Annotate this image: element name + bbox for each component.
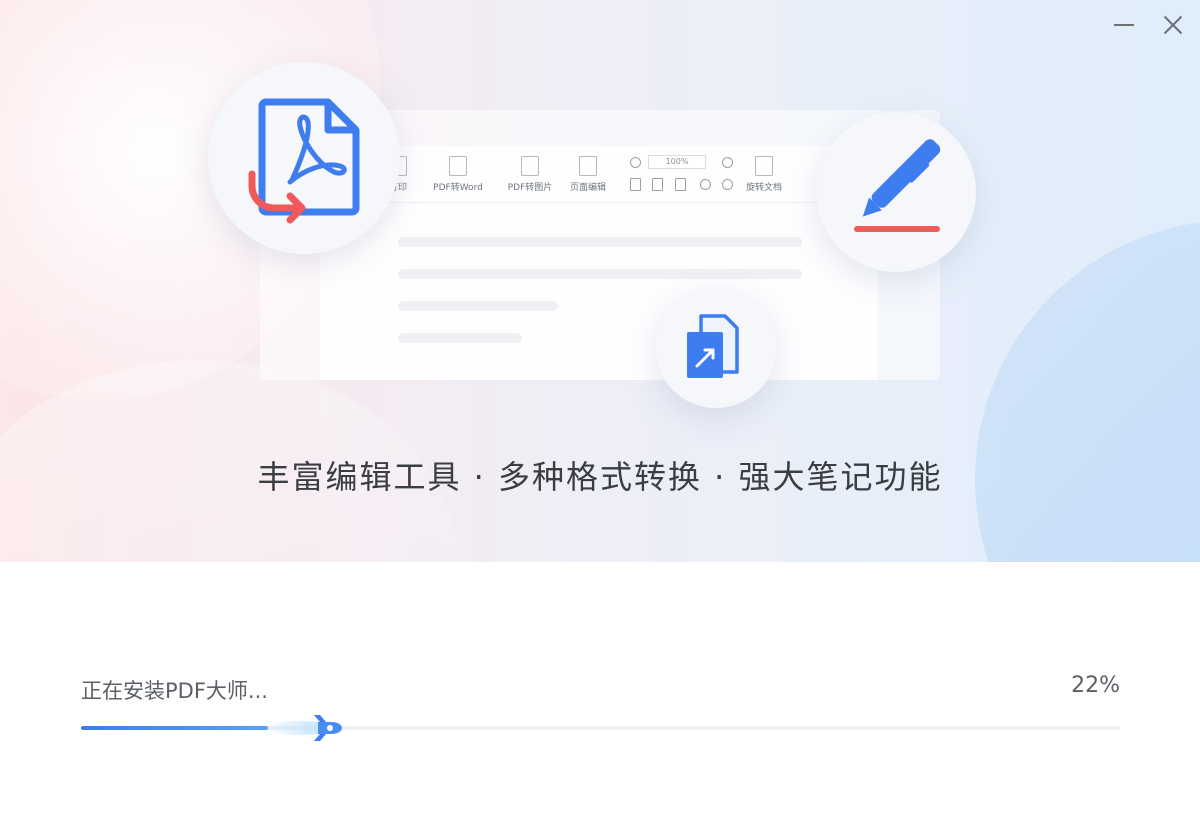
skeleton-line — [398, 237, 802, 247]
page-icon — [630, 178, 641, 191]
page-icon — [675, 178, 686, 191]
pen-note-icon — [854, 139, 941, 232]
rotate-left-icon — [700, 179, 711, 190]
zoom-in-icon — [722, 157, 733, 168]
word-icon — [449, 156, 467, 176]
decor-curve-right — [975, 220, 1200, 562]
hero-banner: 打印 PDF转Word PDF转图片 页面编辑 100% 旋转文档 丰富编辑工具… — [0, 0, 1200, 562]
format-convert-circle — [655, 286, 777, 408]
format-convert-icon — [687, 314, 739, 378]
rotate-right-icon — [722, 179, 733, 190]
progress-fill — [81, 726, 268, 730]
rocket-icon — [266, 715, 342, 741]
skeleton-line — [398, 333, 522, 343]
mock-toolbar-rotate-doc: 旋转文档 — [734, 156, 794, 193]
image-icon — [521, 156, 539, 176]
zoom-out-icon — [630, 157, 641, 168]
pdf-feature-circle — [208, 62, 400, 254]
close-button[interactable] — [1160, 12, 1186, 38]
mock-toolbar-pdf-to-word: PDF转Word — [428, 156, 488, 193]
minimize-button[interactable] — [1111, 12, 1137, 38]
mock-toolbar-label: PDF转Word — [433, 183, 483, 193]
rotate-doc-icon — [755, 156, 773, 176]
progress-track — [81, 715, 1120, 741]
skeleton-line — [398, 269, 802, 279]
mock-toolbar-pdf-to-image: PDF转图片 — [500, 156, 560, 193]
mock-zoom-box: 100% — [648, 155, 706, 169]
install-percent: 22% — [1071, 673, 1120, 698]
install-status-text: 正在安装PDF大师... — [81, 679, 268, 703]
mock-toolbar-page-edit: 页面编辑 — [558, 156, 618, 193]
feature-slogan: 丰富编辑工具 · 多种格式转换 · 强大笔记功能 — [257, 458, 943, 496]
page-grid-icon — [579, 156, 597, 176]
mock-toolbar-label: 旋转文档 — [745, 183, 782, 193]
page-icon — [652, 178, 663, 191]
skeleton-line — [398, 301, 558, 311]
mock-toolbar-label: PDF转图片 — [507, 183, 553, 193]
pdf-convert-icon — [248, 98, 360, 224]
mock-toolbar: 打印 PDF转Word PDF转图片 页面编辑 100% 旋转文档 — [320, 146, 878, 203]
pen-feature-circle — [816, 112, 976, 272]
mock-document: 打印 PDF转Word PDF转图片 页面编辑 100% 旋转文档 — [320, 146, 878, 380]
mock-toolbar-label: 页面编辑 — [569, 183, 606, 193]
